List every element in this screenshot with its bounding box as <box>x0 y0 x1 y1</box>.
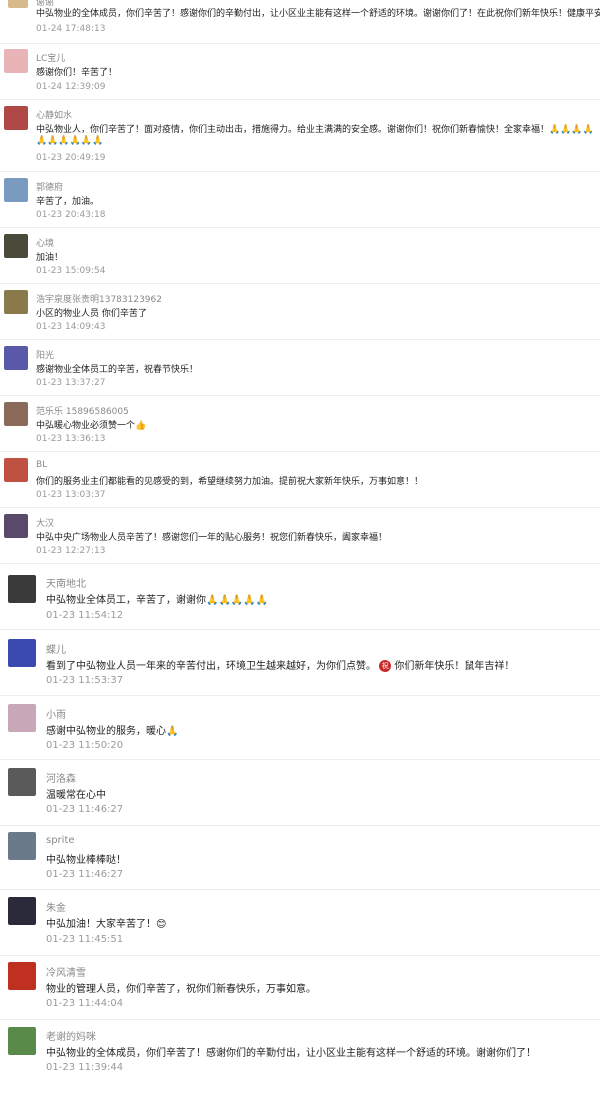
avatar[interactable] <box>8 897 36 925</box>
comment-time: 01-23 13:36:13 <box>36 434 106 444</box>
comment-text: 辛苦了，加油。 <box>36 197 100 207</box>
list-item: 谢谢 中弘物业的全体成员，你们辛苦了！感谢你们的辛勤付出，让小区业主能有这样一个… <box>0 0 600 44</box>
commenter-name[interactable]: 河洛森 <box>46 770 76 785</box>
commenter-name[interactable]: BL <box>36 460 47 470</box>
commenter-name[interactable]: 心静如水 <box>36 108 72 121</box>
comment-text: 温暖常在心中 <box>46 790 106 801</box>
list-item: 范乐乐 15896586005 中弘暖心物业必须赞一个👍 01-23 13:36… <box>0 396 600 452</box>
list-item: BL 你们的服务业主们都能看的见感受的到，希望继续努力加油。提前祝大家新年快乐，… <box>0 452 600 508</box>
commenter-name[interactable]: 小雨 <box>46 706 66 721</box>
list-item: 冷风清雪 物业的管理人员，你们辛苦了，祝你们新春快乐，万事如意。 01-23 1… <box>0 956 600 1020</box>
comment-time: 01-23 11:44:04 <box>46 998 124 1009</box>
list-item: 郭德府 辛苦了，加油。 01-23 20:43:18 <box>0 172 600 228</box>
commenter-name[interactable]: 浩宇泉度张贵明13783123962 <box>36 292 162 305</box>
avatar[interactable] <box>8 639 36 667</box>
comment-time: 01-23 13:37:27 <box>36 378 106 388</box>
commenter-name[interactable]: sprite <box>46 835 75 846</box>
comment-time: 01-23 11:54:12 <box>46 610 124 621</box>
list-item: sprite 中弘物业棒棒哒！ 01-23 11:46:27 <box>0 826 600 890</box>
comment-text-line2: 🙏🙏🙏🙏🙏🙏 <box>36 136 104 146</box>
commenter-name[interactable]: 郭德府 <box>36 180 63 193</box>
comment-text: 感谢物业全体员工的辛苦，祝春节快乐！ <box>36 365 199 375</box>
comment-text: 加油！ <box>36 253 64 263</box>
list-item: 浩宇泉度张贵明13783123962 小区的物业人员 你们辛苦了 01-23 1… <box>0 284 600 340</box>
comment-time: 01-23 11:46:27 <box>46 869 124 880</box>
comment-text: 小区的物业人员 你们辛苦了 <box>36 309 147 319</box>
avatar[interactable] <box>4 290 28 314</box>
comment-time: 01-23 12:27:13 <box>36 546 106 556</box>
avatar[interactable] <box>4 458 28 482</box>
commenter-name[interactable]: 蝶儿 <box>46 641 66 656</box>
comment-time: 01-24 17:48:13 <box>36 24 106 34</box>
avatar[interactable] <box>4 514 28 538</box>
comment-time: 01-23 13:03:37 <box>36 490 106 500</box>
comment-text: 中弘物业人，你们辛苦了！面对疫情，你们主动出击，措施得力。给业主满满的安全感。谢… <box>36 125 594 135</box>
commenter-name[interactable]: 心境 <box>36 236 54 249</box>
avatar[interactable] <box>8 1027 36 1055</box>
list-item: 天南地北 中弘物业全体员工，辛苦了，谢谢你🙏🙏🙏🙏🙏 01-23 11:54:1… <box>0 564 600 630</box>
commenter-name[interactable]: 大汉 <box>36 516 54 529</box>
list-item: 蝶儿 看到了中弘物业人员一年来的辛苦付出，环境卫生越来越好，为你们点赞。 祝 你… <box>0 630 600 696</box>
comment-text: 中弘物业的全体成员，你们辛苦了！感谢你们的辛勤付出，让小区业主能有这样一个舒适的… <box>36 9 600 19</box>
avatar[interactable] <box>8 962 36 990</box>
comment-text: 中弘物业的全体成员，你们辛苦了！感谢你们的辛勤付出，让小区业主能有这样一个舒适的… <box>46 1048 536 1059</box>
comment-text: 物业的管理人员，你们辛苦了，祝你们新春快乐，万事如意。 <box>46 984 316 995</box>
list-item: 小雨 感谢中弘物业的服务，暖心🙏 01-23 11:50:20 <box>0 696 600 760</box>
comment-text: 你们的服务业主们都能看的见感受的到，希望继续努力加油。提前祝大家新年快乐，万事如… <box>36 477 424 487</box>
comment-time: 01-23 11:46:27 <box>46 804 124 815</box>
commenter-name[interactable]: 天南地北 <box>46 575 86 590</box>
zhu-badge-icon: 祝 <box>379 660 392 672</box>
list-item: 朱金 中弘加油！大家辛苦了！😊 01-23 11:45:51 <box>0 890 600 956</box>
comment-time: 01-23 11:39:44 <box>46 1062 124 1073</box>
comment-time: 01-23 20:43:18 <box>36 210 106 220</box>
list-item: 大汉 中弘中央广场物业人员辛苦了！感谢您们一年的贴心服务！祝您们新春快乐，阖家幸… <box>0 508 600 564</box>
commenter-name[interactable]: 阳光 <box>36 348 54 361</box>
avatar[interactable] <box>8 0 28 8</box>
comment-text: 中弘暖心物业必须赞一个👍 <box>36 421 147 431</box>
avatar[interactable] <box>8 704 36 732</box>
avatar[interactable] <box>4 178 28 202</box>
comment-time: 01-23 14:09:43 <box>36 322 106 332</box>
commenter-name[interactable]: LC宝儿 <box>36 51 65 64</box>
comment-text: 感谢你们！辛苦了！ <box>36 68 118 78</box>
comment-time: 01-24 12:39:09 <box>36 82 106 92</box>
avatar[interactable] <box>4 346 28 370</box>
comment-text-tail: 你们新年快乐！鼠年吉祥！ <box>394 661 515 672</box>
avatar[interactable] <box>8 832 36 860</box>
avatar[interactable] <box>4 49 28 73</box>
list-item: 心静如水 中弘物业人，你们辛苦了！面对疫情，你们主动出击，措施得力。给业主满满的… <box>0 100 600 172</box>
avatar[interactable] <box>4 234 28 258</box>
comment-time: 01-23 11:45:51 <box>46 934 124 945</box>
comment-time: 01-23 11:50:20 <box>46 740 124 751</box>
avatar[interactable] <box>8 768 36 796</box>
comment-text: 中弘中央广场物业人员辛苦了！感谢您们一年的贴心服务！祝您们新春快乐，阖家幸福！ <box>36 533 388 543</box>
commenter-name[interactable]: 老谢的妈咪 <box>46 1028 96 1043</box>
avatar[interactable] <box>8 575 36 603</box>
comment-text-main: 看到了中弘物业人员一年来的辛苦付出，环境卫生越来越好，为你们点赞。 <box>46 661 376 672</box>
commenter-name[interactable]: 朱金 <box>46 899 66 914</box>
comment-text: 中弘加油！大家辛苦了！😊 <box>46 919 167 930</box>
comment-time: 01-23 11:53:37 <box>46 675 124 686</box>
comment-time: 01-23 15:09:54 <box>36 266 106 276</box>
list-item: 老谢的妈咪 中弘物业的全体成员，你们辛苦了！感谢你们的辛勤付出，让小区业主能有这… <box>0 1020 600 1096</box>
list-item: 河洛森 温暖常在心中 01-23 11:46:27 <box>0 760 600 826</box>
comment-time: 01-23 20:49:19 <box>36 153 106 163</box>
comment-text: 中弘物业棒棒哒！ <box>46 855 126 866</box>
comment-text: 中弘物业全体员工，辛苦了，谢谢你🙏🙏🙏🙏🙏 <box>46 595 269 606</box>
commenter-name[interactable]: 范乐乐 15896586005 <box>36 404 129 417</box>
list-item: LC宝儿 感谢你们！辛苦了！ 01-24 12:39:09 <box>0 44 600 100</box>
list-item: 阳光 感谢物业全体员工的辛苦，祝春节快乐！ 01-23 13:37:27 <box>0 340 600 396</box>
avatar[interactable] <box>4 402 28 426</box>
comment-text: 看到了中弘物业人员一年来的辛苦付出，环境卫生越来越好，为你们点赞。 祝 你们新年… <box>46 657 514 672</box>
avatar[interactable] <box>4 106 28 130</box>
list-item: 心境 加油！ 01-23 15:09:54 <box>0 228 600 284</box>
commenter-name[interactable]: 冷风清雪 <box>46 964 86 979</box>
comment-text: 感谢中弘物业的服务，暖心🙏 <box>46 726 179 737</box>
